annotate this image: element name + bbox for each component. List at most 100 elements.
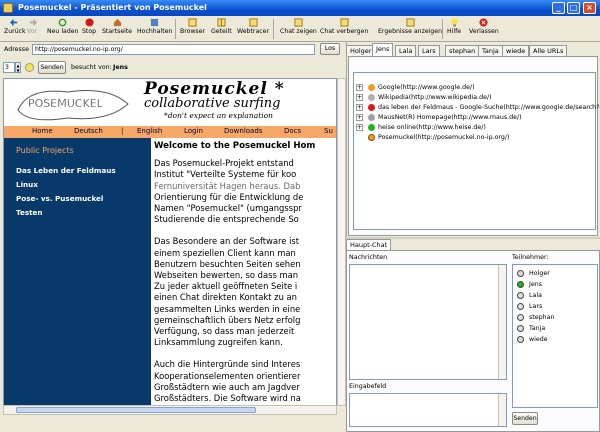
fernuni-link[interactable]: Fernuniversität Hagen heraus. Dab [154, 181, 336, 192]
split-icon [217, 18, 226, 27]
status-dot-icon [368, 114, 375, 121]
web-view-horizontal-scrollbar[interactable] [3, 405, 337, 415]
status-dot-icon [368, 84, 375, 91]
address-input[interactable]: http://posemuckel.no-ip.org/ [32, 44, 315, 55]
tab-lars[interactable]: Lars [418, 45, 440, 56]
hide-chat-button[interactable]: Chat verbergen [320, 18, 368, 40]
stop-button[interactable]: Stop [82, 18, 96, 40]
expand-icon[interactable]: + [356, 114, 363, 121]
user-status-icon [517, 314, 524, 321]
home-button[interactable]: Startseite [102, 18, 132, 40]
user-status-icon [517, 325, 524, 332]
sidebar-link-pose[interactable]: Pose- vs. Pusemuckel [16, 194, 103, 203]
maximize-button[interactable]: □ [567, 2, 580, 14]
web-view[interactable]: POSEMUCKEL Posemuckel * collaborative su… [3, 78, 337, 406]
browser-view-button[interactable]: Browser [180, 18, 205, 40]
paragraph: Auch die Hintergründe sind Interes Kooper… [154, 359, 301, 404]
sidebar-title: Public Projects [16, 146, 74, 155]
tab-stephan[interactable]: stephan [445, 45, 480, 56]
input-label: Eingabefeld [349, 383, 387, 390]
rating-spinner[interactable]: 3 [3, 62, 15, 73]
nav-deutsch-link[interactable]: Deutsch [74, 127, 103, 135]
chat-show-icon [294, 18, 303, 27]
expand-icon[interactable]: + [356, 84, 363, 91]
nav-more-link[interactable]: Su [324, 127, 333, 135]
chat-input[interactable] [349, 393, 507, 427]
expand-icon[interactable]: + [356, 124, 363, 131]
nav-english-link[interactable]: English [137, 127, 162, 135]
participants-list[interactable]: Holger Jens Lala Lars stephan Tanja wied… [512, 264, 598, 408]
status-dot-icon [368, 104, 375, 111]
show-chat-button[interactable]: Chat zeigen [280, 18, 317, 40]
go-button[interactable]: Los [320, 43, 340, 55]
user-status-icon [517, 292, 524, 299]
chat-messages[interactable] [349, 264, 507, 380]
show-results-button[interactable]: Ergebnisse anzeigen [378, 18, 442, 40]
sidebar-link-feldmaus[interactable]: Das Leben der Feldmaus [16, 166, 116, 175]
web-view-vertical-scrollbar[interactable] [337, 78, 346, 406]
expand-icon[interactable]: + [356, 94, 363, 101]
window-title: Posemuckel - Präsentiert von Posemuckel [18, 3, 207, 12]
toolbar: Zurück Vor Neu laden Stop Startseite Hoc… [0, 16, 600, 42]
reload-button[interactable]: Neu laden [47, 18, 79, 40]
visited-by-user: Jens [113, 64, 128, 71]
tab-lala[interactable]: Lala [395, 45, 417, 56]
url-tree[interactable]: + Google(http://www.google.de/) + Wikipedi… [353, 72, 600, 230]
chat-input-scrollbar[interactable] [498, 394, 506, 426]
status-dot-icon [368, 124, 375, 131]
quit-button[interactable]: Verlassen [469, 18, 499, 40]
tab-main-chat[interactable]: Haupt-Chat [346, 239, 392, 250]
nav-divider: | [121, 127, 124, 135]
forward-arrow-icon [29, 18, 37, 27]
site-sidebar: Public Projects Das Leben der Feldmaus L… [4, 138, 151, 405]
minimize-button[interactable]: _ [552, 2, 565, 14]
chat-scrollbar[interactable] [498, 265, 506, 379]
site-banner: POSEMUCKEL Posemuckel * collaborative su… [4, 79, 336, 126]
paragraph: Das Besondere an der Software ist einem s… [154, 236, 301, 348]
nav-home-link[interactable]: Home [32, 127, 53, 135]
site-logo: POSEMUCKEL [17, 90, 129, 121]
help-button[interactable]: Hilfe [447, 18, 461, 40]
address-label: Adresse [4, 46, 29, 53]
toolbar-separator [175, 19, 176, 39]
paragraph: Das Posemuckel-Projekt entstand Institut … [154, 158, 336, 225]
close-window-button[interactable]: × [583, 2, 596, 14]
tab-jens[interactable]: Jens [372, 43, 394, 56]
nav-docs-link[interactable]: Docs [284, 127, 301, 135]
toolbar-separator [442, 19, 443, 39]
sidebar-link-linux[interactable]: Linux [16, 180, 38, 189]
tab-all-urls[interactable]: Alle URLs [529, 45, 568, 56]
forward-button[interactable]: Vor [27, 18, 37, 40]
messages-label: Nachrichten [349, 254, 388, 261]
stop-icon [84, 18, 94, 27]
send-rating-button[interactable]: Senden [38, 61, 66, 74]
tab-tanja[interactable]: Tanja [478, 45, 503, 56]
webtracer-button[interactable]: Webtracer [237, 18, 269, 40]
user-status-icon [517, 303, 524, 310]
app-icon [3, 3, 13, 13]
send-chat-button[interactable]: Senden [512, 412, 538, 425]
site-slogan: collaborative surfing [144, 96, 281, 111]
sidebar-link-testen[interactable]: Testen [16, 208, 43, 217]
back-arrow-icon [10, 18, 18, 27]
home-icon [113, 18, 121, 27]
reload-icon [58, 18, 67, 27]
hold-button[interactable]: Hochhalten [137, 18, 172, 40]
tab-wiede[interactable]: wiede [502, 45, 530, 56]
user-online-icon [517, 281, 524, 288]
visited-by-label: besucht von: [71, 64, 112, 71]
user-status-icon [517, 336, 524, 343]
title-bar: Posemuckel - Präsentiert von Posemuckel … [0, 0, 600, 16]
nav-login-link[interactable]: Login [184, 127, 203, 135]
back-button[interactable]: Zurück [4, 18, 26, 40]
split-view-button[interactable]: Geteilt [211, 18, 232, 40]
svg-text:POSEMUCKEL: POSEMUCKEL [28, 97, 104, 110]
participants-label: Teilnehmer: [512, 254, 549, 261]
scrollbar-thumb[interactable] [16, 407, 256, 413]
nav-downloads-link[interactable]: Downloads [224, 127, 262, 135]
chat-hide-icon [340, 18, 349, 27]
quit-icon [479, 18, 488, 27]
spinner-arrows-icon[interactable]: ▲ ▼ [15, 62, 21, 73]
expand-icon[interactable]: + [356, 104, 363, 111]
page-content: Welcome to the Posemuckel Hom Das Posemu… [154, 141, 336, 405]
